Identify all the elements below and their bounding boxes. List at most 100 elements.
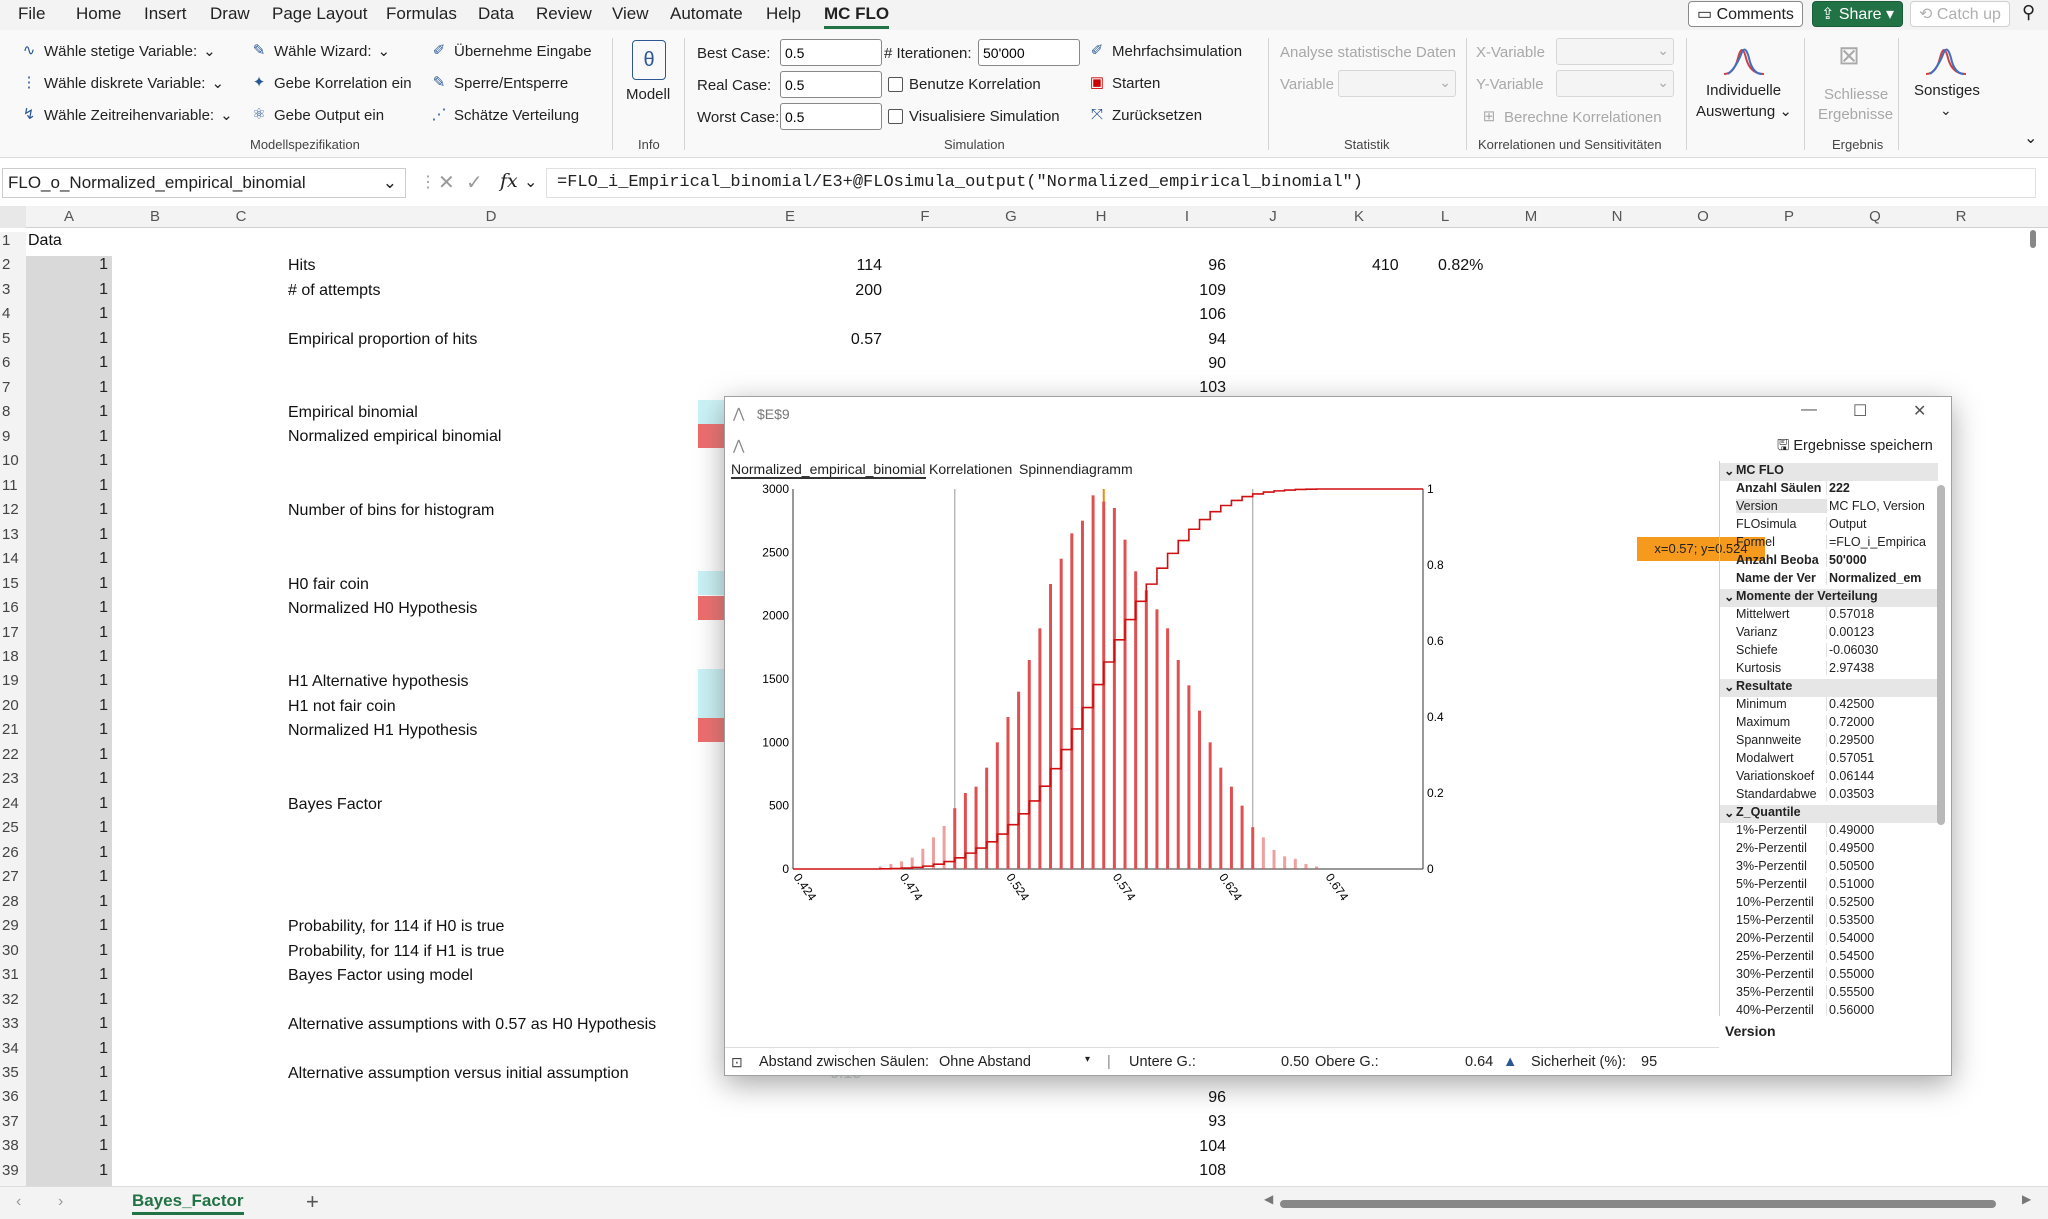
histogram-bar[interactable] bbox=[1176, 660, 1180, 869]
row-header[interactable]: 3 bbox=[0, 280, 26, 306]
cell-a-value[interactable]: 1 bbox=[26, 452, 112, 477]
check-icon[interactable]: ✓ bbox=[466, 170, 483, 195]
cell-a-value[interactable]: 1 bbox=[26, 329, 112, 355]
y-variable-select[interactable]: ⌄ bbox=[1556, 70, 1674, 97]
property-row[interactable]: 5%-Perzentil 0.51000 bbox=[1720, 877, 1938, 895]
property-row[interactable]: Anzahl Beoba 50'000 bbox=[1720, 553, 1938, 571]
cell-a1[interactable]: Data bbox=[28, 232, 62, 250]
histogram-bar[interactable] bbox=[995, 742, 999, 869]
cell-a-value[interactable]: 1 bbox=[26, 354, 112, 379]
cell-d21[interactable]: Normalized H1 Hypothesis bbox=[288, 722, 477, 740]
formula-input[interactable]: =FLO_i_Empirical_binomial/E3+@FLOsimula_… bbox=[546, 168, 2036, 198]
iterations-input[interactable] bbox=[978, 39, 1080, 66]
row-header[interactable]: 36 bbox=[0, 1088, 26, 1113]
cell-a-value[interactable]: 1 bbox=[26, 525, 112, 551]
cell-a-value[interactable]: 1 bbox=[26, 476, 112, 502]
cell-a-value[interactable]: 1 bbox=[26, 745, 112, 771]
property-row[interactable]: Standardabwe 0.03503 bbox=[1720, 787, 1938, 805]
property-row[interactable]: 3%-Perzentil 0.50500 bbox=[1720, 859, 1938, 877]
histogram-bar[interactable] bbox=[1304, 863, 1308, 869]
cancel-icon[interactable]: ✕ bbox=[438, 170, 455, 195]
property-section[interactable]: Resultate ⌄ bbox=[1720, 679, 1938, 697]
histogram-bar[interactable] bbox=[1049, 584, 1053, 869]
menu-automate[interactable]: Automate bbox=[670, 4, 743, 24]
cell-a-value[interactable]: 1 bbox=[26, 1137, 112, 1162]
choose-time-series-variable-button[interactable]: ↯ Wähle Zeitreihenvariable: ⌄ bbox=[20, 106, 233, 124]
row-header[interactable]: 38 bbox=[0, 1137, 26, 1162]
cell-i36[interactable]: 96 bbox=[1148, 1089, 1226, 1107]
column-header[interactable]: E bbox=[698, 208, 882, 225]
property-row[interactable]: 20%-Perzentil 0.54000 bbox=[1720, 931, 1938, 949]
properties-panel[interactable]: MC FLO ⌄ Anzahl Säulen 222 Version MC FLO, Ve… bbox=[1719, 461, 1951, 1016]
row-header[interactable]: 9 bbox=[0, 427, 26, 453]
property-row[interactable]: FLOsimula Output bbox=[1720, 517, 1938, 535]
row-header[interactable]: 5 bbox=[0, 329, 26, 355]
row-header[interactable]: 35 bbox=[0, 1063, 26, 1089]
property-row[interactable]: 2%-Perzentil 0.49500 bbox=[1720, 841, 1938, 859]
comments-button[interactable]: ▭ Comments bbox=[1688, 1, 1803, 27]
reset-button[interactable]: ⤧ Zurücksetzen bbox=[1088, 106, 1202, 124]
histogram-bar[interactable] bbox=[1070, 533, 1074, 869]
histogram-bar[interactable] bbox=[1059, 558, 1063, 869]
property-row[interactable]: Spannweite 0.29500 bbox=[1720, 733, 1938, 751]
row-header[interactable]: 18 bbox=[0, 647, 26, 673]
menu-view[interactable]: View bbox=[612, 4, 649, 24]
cell-a-value[interactable]: 1 bbox=[26, 1015, 112, 1040]
cell-a-value[interactable]: 1 bbox=[26, 599, 112, 624]
cell-i6[interactable]: 90 bbox=[1148, 355, 1226, 373]
cell-a-value[interactable]: 1 bbox=[26, 696, 112, 722]
chevron-down-icon[interactable]: ⌄ bbox=[1724, 679, 1734, 694]
histogram-bar[interactable] bbox=[1315, 866, 1319, 869]
column-header[interactable]: R bbox=[1914, 208, 2008, 225]
visualize-simulation-checkbox[interactable]: Visualisiere Simulation bbox=[888, 108, 1060, 125]
select-all-corner[interactable] bbox=[0, 206, 26, 228]
share-button[interactable]: ⇪ Share ▾ bbox=[1812, 1, 1904, 27]
scroll-left-icon[interactable]: ‹ bbox=[16, 1193, 21, 1211]
cell-a-value[interactable]: 1 bbox=[26, 990, 112, 1016]
cell-d15[interactable]: H0 fair coin bbox=[288, 576, 369, 594]
menu-formulas[interactable]: Formulas bbox=[386, 4, 457, 24]
property-row[interactable]: Maximum 0.72000 bbox=[1720, 715, 1938, 733]
histogram-bar[interactable] bbox=[974, 786, 978, 869]
more-options-icon[interactable]: ⋮ bbox=[420, 172, 436, 192]
cell-a-value[interactable]: 1 bbox=[26, 868, 112, 893]
scroll-right-icon[interactable]: › bbox=[58, 1193, 63, 1211]
cell-d9[interactable]: Normalized empirical binomial bbox=[288, 428, 501, 446]
cell-a-value[interactable]: 1 bbox=[26, 917, 112, 942]
close-icon[interactable]: ✕ bbox=[1913, 401, 1926, 421]
histogram-bar[interactable] bbox=[1155, 609, 1159, 869]
scroll-left-arrow-icon[interactable]: ◀ bbox=[1264, 1192, 1273, 1206]
menu-page-layout[interactable]: Page Layout bbox=[272, 4, 367, 24]
row-header[interactable]: 22 bbox=[0, 745, 26, 771]
histogram-bar[interactable] bbox=[1038, 628, 1042, 869]
row-header[interactable]: 29 bbox=[0, 917, 26, 942]
histogram-bar[interactable] bbox=[985, 767, 989, 869]
histogram-bar[interactable] bbox=[1144, 590, 1148, 869]
estimate-distribution-button[interactable]: ⋰ Schätze Verteilung bbox=[430, 106, 580, 124]
cell-i4[interactable]: 106 bbox=[1148, 306, 1226, 324]
cell-i5[interactable]: 94 bbox=[1148, 331, 1226, 349]
add-sheet-icon[interactable]: + bbox=[306, 1189, 319, 1215]
column-header[interactable]: D bbox=[284, 208, 698, 225]
cell-d12[interactable]: Number of bins for histogram bbox=[288, 502, 494, 520]
cell-a-value[interactable]: 1 bbox=[26, 794, 112, 820]
property-row[interactable]: Variationskoef 0.06144 bbox=[1720, 769, 1938, 787]
name-box[interactable]: FLO_o_Normalized_empirical_binomial ⌄ bbox=[2, 168, 406, 198]
property-row[interactable]: Name der Ver Normalized_em bbox=[1720, 571, 1938, 589]
column-header[interactable]: Q bbox=[1836, 208, 1914, 225]
cell-i2[interactable]: 96 bbox=[1148, 257, 1226, 275]
cell-d5[interactable]: Empirical proportion of hits bbox=[288, 331, 477, 349]
chart-type-icon[interactable]: ⋀ bbox=[733, 437, 744, 454]
horizontal-scrollbar[interactable] bbox=[1280, 1200, 1996, 1208]
tab-spinnendiagramm[interactable]: Spinnendiagramm bbox=[1019, 461, 1133, 477]
cell-a-value[interactable]: 1 bbox=[26, 427, 112, 453]
cell-d20[interactable]: H1 not fair coin bbox=[288, 698, 396, 716]
row-header[interactable]: 19 bbox=[0, 672, 26, 697]
histogram-bar[interactable] bbox=[1187, 685, 1191, 869]
multiple-simulation-button[interactable]: ✐ Mehrfachsimulation bbox=[1088, 42, 1242, 60]
cell-e3[interactable]: 200 bbox=[800, 282, 882, 300]
save-results-button[interactable]: 🖫 Ergebnisse speichern bbox=[1777, 435, 1933, 460]
vertical-scrollbar[interactable] bbox=[2030, 230, 2036, 248]
row-header[interactable]: 15 bbox=[0, 574, 26, 600]
cell-a-value[interactable]: 1 bbox=[26, 1161, 112, 1187]
